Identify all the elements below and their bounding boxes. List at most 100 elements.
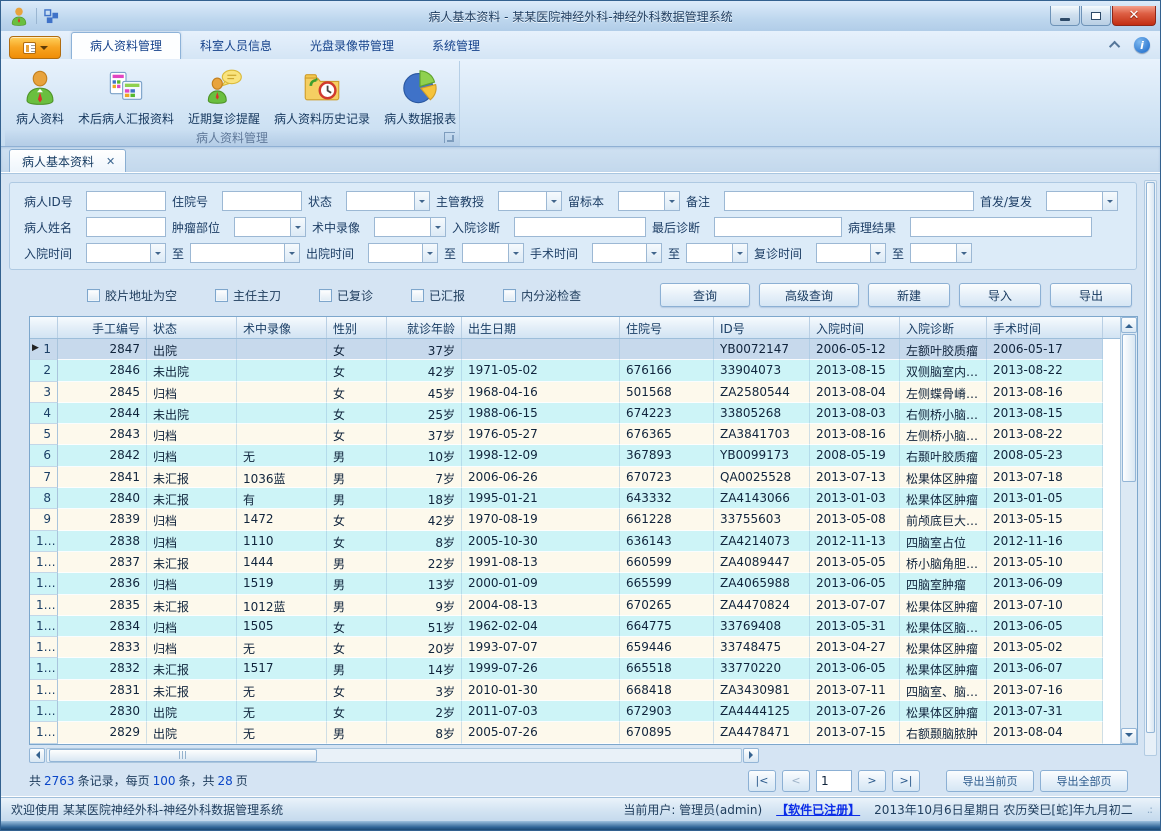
horizontal-scrollbar[interactable] <box>29 748 759 763</box>
column-header-age[interactable]: 就诊年龄 <box>387 317 462 338</box>
column-header-admit_diagnosis[interactable]: 入院诊断 <box>900 317 987 338</box>
checkbox-box-icon[interactable] <box>215 289 228 302</box>
scroll-right-icon[interactable] <box>743 748 759 763</box>
combo-arrow-icon[interactable] <box>150 244 165 262</box>
filter-combo-2-6[interactable] <box>816 243 886 263</box>
action-button-0[interactable]: 查询 <box>660 283 750 307</box>
filter-input-1-3[interactable] <box>514 217 646 237</box>
info-icon[interactable]: i <box>1134 37 1150 53</box>
export-all-pages-button[interactable]: 导出全部页 <box>1040 770 1128 792</box>
column-header-birth_date[interactable]: 出生日期 <box>462 317 620 338</box>
first-page-button[interactable]: |< <box>748 770 776 792</box>
filter-combo-2-3[interactable] <box>462 243 524 263</box>
scroll-left-icon[interactable] <box>29 748 45 763</box>
page-scroll-thumb[interactable] <box>1146 182 1155 733</box>
table-row[interactable]: 122836归档1519男13岁2000-01-09665599ZA406598… <box>30 573 1137 594</box>
filter-input-0-5[interactable] <box>724 191 974 211</box>
combo-arrow-icon[interactable] <box>414 192 429 210</box>
table-row[interactable]: 42844未出院女25岁1988-06-15674223338052682013… <box>30 403 1137 424</box>
column-header-num[interactable] <box>30 317 58 338</box>
table-row[interactable]: 22846未出院女42岁1971-05-02676166339040732013… <box>30 360 1137 381</box>
tab-patient-basic-info[interactable]: 病人基本资料 ✕ <box>9 149 126 172</box>
ribbon-tab-1[interactable]: 科室人员信息 <box>181 32 291 59</box>
filter-input-0-1[interactable] <box>222 191 302 211</box>
table-row[interactable]: 132835未汇报1012蓝男9岁2004-08-13670265ZA44708… <box>30 595 1137 616</box>
checkbox-box-icon[interactable] <box>411 289 424 302</box>
table-row[interactable]: 72841未汇报1036蓝男7岁2006-06-26670723QA002552… <box>30 467 1137 488</box>
combo-arrow-icon[interactable] <box>422 244 437 262</box>
column-header-admission_no[interactable]: 住院号 <box>620 317 714 338</box>
close-button[interactable]: ✕ <box>1112 6 1156 26</box>
resize-grip-icon[interactable]: .: <box>1147 803 1152 816</box>
tab-close-icon[interactable]: ✕ <box>106 156 115 167</box>
ribbon-button-person-reminder[interactable]: 近期复诊提醒 <box>181 63 267 129</box>
scroll-down-icon[interactable] <box>1121 728 1137 744</box>
checkbox-2[interactable]: 已复诊 <box>319 287 373 304</box>
filter-combo-1-1[interactable] <box>234 217 306 237</box>
minimize-button[interactable] <box>1050 6 1080 26</box>
filter-input-1-5[interactable] <box>910 217 1092 237</box>
checkbox-4[interactable]: 内分泌检查 <box>503 287 581 304</box>
checkbox-1[interactable]: 主任主刀 <box>215 287 281 304</box>
registration-link[interactable]: 【软件已注册】 <box>776 801 860 818</box>
action-button-4[interactable]: 导出 <box>1050 283 1132 307</box>
action-button-1[interactable]: 高级查询 <box>759 283 859 307</box>
quick-access-toolbar-icon[interactable] <box>44 9 59 24</box>
filter-combo-0-3[interactable] <box>498 191 562 211</box>
table-row[interactable]: 172831未汇报无女3岁2010-01-30668418ZA343098120… <box>30 680 1137 701</box>
collapse-ribbon-icon[interactable] <box>1109 41 1120 52</box>
ribbon-tab-2[interactable]: 光盘录像带管理 <box>291 32 413 59</box>
next-page-button[interactable]: > <box>858 770 886 792</box>
filter-combo-2-4[interactable] <box>592 243 662 263</box>
previous-page-button[interactable]: < <box>782 770 810 792</box>
column-header-gender[interactable]: 性别 <box>327 317 387 338</box>
table-row[interactable]: 192829出院无男8岁2005-07-26670895ZA4478471201… <box>30 722 1137 743</box>
combo-arrow-icon[interactable] <box>956 244 971 262</box>
horizontal-scroll-thumb[interactable] <box>49 749 317 762</box>
checkbox-3[interactable]: 已汇报 <box>411 287 465 304</box>
action-button-2[interactable]: 新建 <box>868 283 950 307</box>
ribbon-button-folder-history[interactable]: 病人资料历史记录 <box>267 63 377 129</box>
column-header-status[interactable]: 状态 <box>147 317 237 338</box>
column-header-video[interactable]: 术中录像 <box>237 317 327 338</box>
combo-arrow-icon[interactable] <box>732 244 747 262</box>
vertical-scroll-thumb[interactable] <box>1122 334 1136 482</box>
table-row[interactable]: 142834归档1505女51岁1962-02-0466477533769408… <box>30 616 1137 637</box>
combo-arrow-icon[interactable] <box>508 244 523 262</box>
filter-combo-0-4[interactable] <box>618 191 680 211</box>
filter-combo-2-0[interactable] <box>86 243 166 263</box>
combo-arrow-icon[interactable] <box>546 192 561 210</box>
column-header-manual_no[interactable]: 手工编号 <box>58 317 147 338</box>
last-page-button[interactable]: >| <box>892 770 920 792</box>
table-row[interactable]: 182830出院无女2岁2011-07-03672903ZA4444125201… <box>30 701 1137 722</box>
scroll-up-icon[interactable] <box>1121 317 1137 333</box>
export-current-page-button[interactable]: 导出当前页 <box>946 770 1034 792</box>
table-row[interactable]: 1▶2847出院女37岁YB00721472006-05-12左额叶胶质瘤200… <box>30 339 1137 360</box>
page-vertical-scrollbar[interactable] <box>1144 180 1157 756</box>
vertical-scroll-track[interactable] <box>1121 333 1137 728</box>
table-row[interactable]: 162832未汇报1517男14岁1999-07-266655183377022… <box>30 658 1137 679</box>
filter-combo-1-2[interactable] <box>374 217 446 237</box>
filter-combo-0-6[interactable] <box>1046 191 1118 211</box>
filter-combo-2-1[interactable] <box>190 243 300 263</box>
column-header-id_no[interactable]: ID号 <box>714 317 810 338</box>
dialog-launcher-icon[interactable] <box>444 132 455 143</box>
vertical-scrollbar[interactable] <box>1120 317 1137 744</box>
column-header-admit_date[interactable]: 入院时间 <box>810 317 900 338</box>
filter-combo-2-2[interactable] <box>368 243 438 263</box>
checkbox-0[interactable]: 胶片地址为空 <box>87 287 177 304</box>
table-row[interactable]: 52843归档女37岁1976-05-27676365ZA38417032013… <box>30 424 1137 445</box>
maximize-button[interactable] <box>1081 6 1111 26</box>
combo-arrow-icon[interactable] <box>284 244 299 262</box>
combo-arrow-icon[interactable] <box>1102 192 1117 210</box>
table-row[interactable]: 102838归档1110女8岁2005-10-30636143ZA4214073… <box>30 531 1137 552</box>
filter-input-1-4[interactable] <box>714 217 842 237</box>
combo-arrow-icon[interactable] <box>870 244 885 262</box>
combo-arrow-icon[interactable] <box>430 218 445 236</box>
table-row[interactable]: 112837未汇报1444男22岁1991-08-13660599ZA40894… <box>30 552 1137 573</box>
combo-arrow-icon[interactable] <box>290 218 305 236</box>
checkbox-box-icon[interactable] <box>503 289 516 302</box>
filter-combo-2-7[interactable] <box>910 243 972 263</box>
table-row[interactable]: 82840未汇报有男18岁1995-01-21643332ZA414306620… <box>30 488 1137 509</box>
checkbox-box-icon[interactable] <box>319 289 332 302</box>
